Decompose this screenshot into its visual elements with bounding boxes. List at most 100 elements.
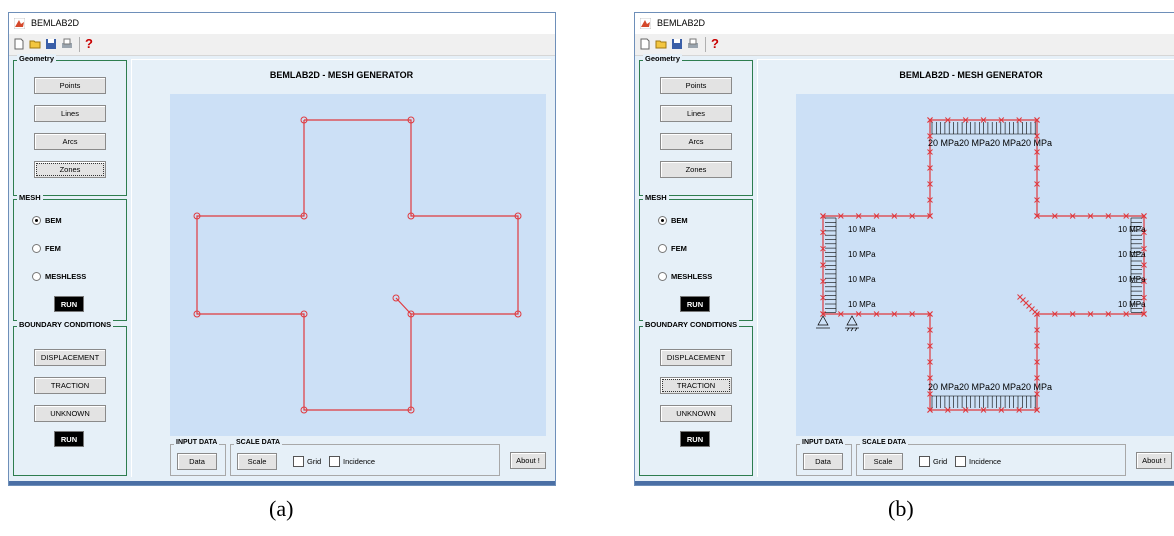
help-icon[interactable]: ? xyxy=(711,36,719,51)
unknown-button[interactable]: UNKNOWN xyxy=(34,405,106,422)
geometry-panel: Geometry Points Lines Arcs Zones xyxy=(13,54,127,196)
panel-title: Geometry xyxy=(643,54,683,63)
mesh-plot[interactable]: 20 MPa20 MPa20 MPa20 MPa 20 MPa20 MPa20 … xyxy=(796,94,1174,436)
mesh-plot[interactable] xyxy=(170,94,546,436)
mesh-run-button[interactable]: RUN xyxy=(54,296,84,312)
input-data-group: INPUT DATA Data xyxy=(170,439,226,476)
about-button[interactable]: About ! xyxy=(1136,452,1172,469)
print-icon[interactable] xyxy=(61,38,73,50)
load-label-left: 10 MPa xyxy=(848,250,876,259)
plot-canvas[interactable] xyxy=(170,94,546,436)
toolbar: ? xyxy=(9,34,555,56)
scale-button[interactable]: Scale xyxy=(863,453,903,470)
zones-button[interactable]: Zones xyxy=(34,161,106,178)
mesh-nodes xyxy=(820,117,1147,413)
radio-button[interactable] xyxy=(32,243,41,253)
main-area: BEMLAB2D - MESH GENERATOR xyxy=(757,59,1174,477)
unknown-button[interactable]: UNKNOWN xyxy=(660,405,732,422)
arcs-button[interactable]: Arcs xyxy=(34,133,106,150)
radio-button[interactable] xyxy=(658,215,667,225)
checkbox-label: Incidence xyxy=(343,457,376,466)
panel-title: MESH xyxy=(17,193,43,202)
points-button[interactable]: Points xyxy=(660,77,732,94)
checkbox-label: Grid xyxy=(933,457,948,466)
main-title: BEMLAB2D - MESH GENERATOR xyxy=(269,70,414,80)
radio-label: BEM xyxy=(671,215,688,225)
checkbox[interactable] xyxy=(329,456,340,467)
radio-bem[interactable]: BEM xyxy=(32,214,62,226)
load-label-left: 10 MPa xyxy=(848,225,876,234)
save-icon[interactable] xyxy=(671,38,683,50)
open-folder-icon[interactable] xyxy=(655,38,667,50)
matlab-app-icon xyxy=(14,18,25,29)
radio-button[interactable] xyxy=(658,243,667,253)
open-folder-icon[interactable] xyxy=(29,38,41,50)
window-b: BEMLAB2D ? Geometry Points Lines Arcs Zo… xyxy=(634,12,1174,486)
load-label-right: 10 MPa xyxy=(1118,225,1146,234)
mesh-node xyxy=(1032,309,1038,315)
boundary-conditions-panel: BOUNDARY CONDITIONS DISPLACEMENT TRACTIO… xyxy=(13,320,127,476)
radio-meshless[interactable]: MESHLESS xyxy=(32,270,86,282)
points-button[interactable]: Points xyxy=(34,77,106,94)
radio-bem[interactable]: BEM xyxy=(658,214,688,226)
data-button[interactable]: Data xyxy=(803,453,843,470)
arcs-button[interactable]: Arcs xyxy=(660,133,732,150)
boundary-run-button[interactable]: RUN xyxy=(680,431,710,447)
group-title: INPUT DATA xyxy=(174,439,220,446)
geometry-outline xyxy=(822,119,1145,411)
zones-button[interactable]: Zones xyxy=(660,161,732,178)
displacement-button[interactable]: DISPLACEMENT xyxy=(34,349,106,366)
panel-title: MESH xyxy=(643,193,669,202)
geometry-points xyxy=(193,116,522,414)
radio-button[interactable] xyxy=(658,271,667,281)
plot-canvas[interactable]: 20 MPa20 MPa20 MPa20 MPa 20 MPa20 MPa20 … xyxy=(796,94,1174,436)
crack-nodes xyxy=(1017,294,1038,315)
roller-support-icon xyxy=(846,315,858,326)
radio-fem[interactable]: FEM xyxy=(32,242,61,254)
window-bottom-border xyxy=(9,481,555,485)
support-hatch xyxy=(850,327,854,332)
data-button[interactable]: Data xyxy=(177,453,217,470)
radio-label: BEM xyxy=(45,215,62,225)
checkbox[interactable] xyxy=(919,456,930,467)
radio-label: MESHLESS xyxy=(45,271,87,281)
radio-button[interactable] xyxy=(32,271,41,281)
panel-title: Geometry xyxy=(17,54,57,63)
displacement-button[interactable]: DISPLACEMENT xyxy=(660,349,732,366)
boundary-run-button[interactable]: RUN xyxy=(54,431,84,447)
checkbox[interactable] xyxy=(293,456,304,467)
radio-fem[interactable]: FEM xyxy=(658,242,687,254)
supports xyxy=(816,315,859,332)
client-area: Geometry Points Lines Arcs Zones MESH BE… xyxy=(635,54,1174,485)
radio-button[interactable] xyxy=(32,215,41,225)
lines-button[interactable]: Lines xyxy=(660,105,732,122)
grid-checkbox[interactable]: Grid xyxy=(293,456,321,467)
window-bottom-border xyxy=(635,481,1174,485)
load-label-right: 10 MPa xyxy=(1118,275,1146,284)
load-label-left: 10 MPa xyxy=(848,275,876,284)
incidence-checkbox[interactable]: Incidence xyxy=(329,456,375,467)
incidence-checkbox[interactable]: Incidence xyxy=(955,456,1001,467)
group-title: SCALE DATA xyxy=(860,439,909,446)
new-file-icon[interactable] xyxy=(639,38,651,50)
window-title: BEMLAB2D xyxy=(31,18,80,28)
toolbar-separator xyxy=(705,37,706,52)
lines-button[interactable]: Lines xyxy=(34,105,106,122)
radio-meshless[interactable]: MESHLESS xyxy=(658,270,712,282)
about-button[interactable]: About ! xyxy=(510,452,546,469)
mesh-run-button[interactable]: RUN xyxy=(680,296,710,312)
help-icon[interactable]: ? xyxy=(85,36,93,51)
caption-a: (a) xyxy=(269,496,294,521)
main-area: BEMLAB2D - MESH GENERATOR xyxy=(131,59,551,477)
print-icon[interactable] xyxy=(687,38,699,50)
scale-button[interactable]: Scale xyxy=(237,453,277,470)
geometry-panel: Geometry Points Lines Arcs Zones xyxy=(639,54,753,196)
new-file-icon[interactable] xyxy=(13,38,25,50)
scale-data-group: SCALE DATA Scale Grid Incidence xyxy=(230,439,500,476)
mesh-panel: MESH BEM FEM MESHLESS RUN xyxy=(639,193,753,321)
save-icon[interactable] xyxy=(45,38,57,50)
traction-button[interactable]: TRACTION xyxy=(34,377,106,394)
grid-checkbox[interactable]: Grid xyxy=(919,456,947,467)
checkbox[interactable] xyxy=(955,456,966,467)
traction-button[interactable]: TRACTION xyxy=(660,377,732,394)
